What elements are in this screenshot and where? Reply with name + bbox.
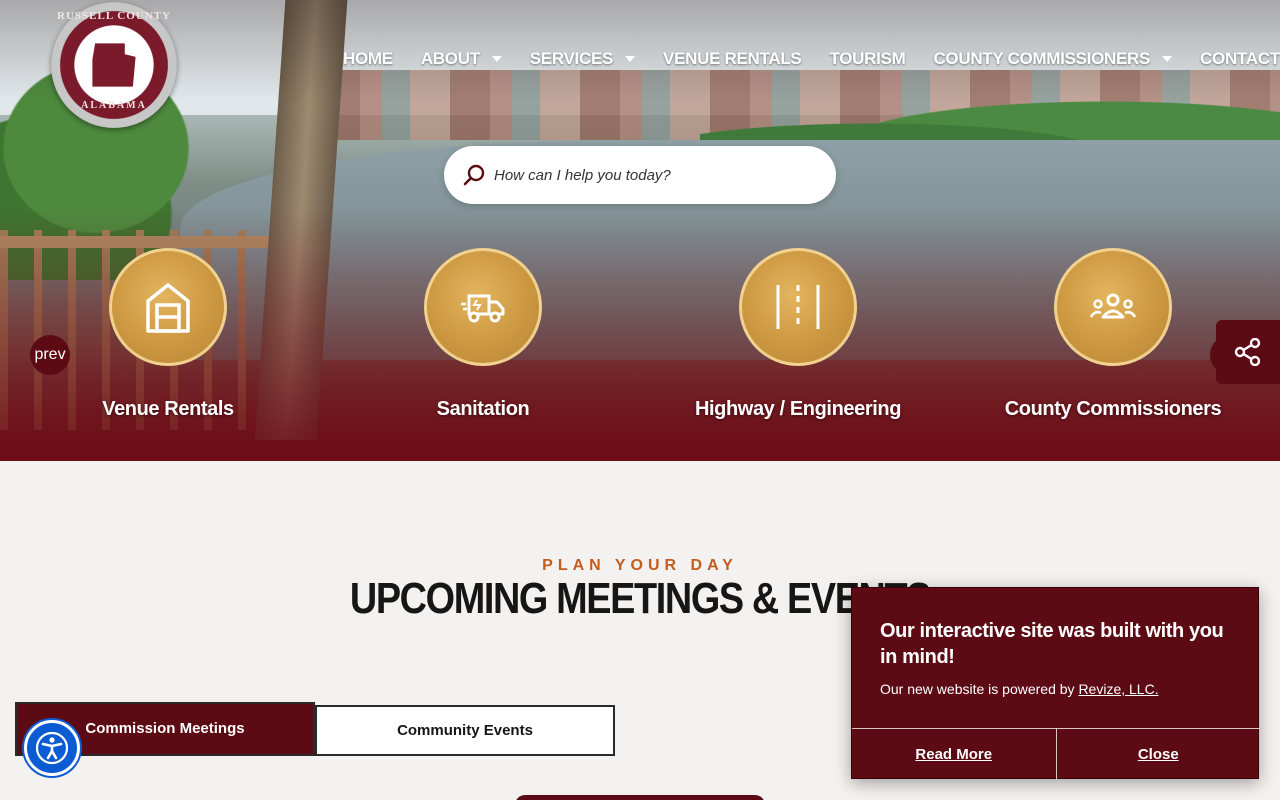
nav-item-venue-rentals[interactable]: VENUE RENTALS [663,49,802,69]
tab-label: Commission Meetings [85,719,245,737]
nav-item-tourism[interactable]: TOURISM [829,49,905,69]
announcement-popup: Our interactive site was built with you … [851,587,1260,780]
nav-item-services[interactable]: SERVICES [529,49,636,69]
main-nav: HOME ABOUT SERVICES VENUE RENTALS TOURIS… [343,46,1280,72]
search-bar [444,146,836,204]
quick-link-label: Venue Rentals [102,398,234,420]
people-icon [1089,293,1137,319]
quick-link-circle [739,248,857,366]
nav-item-label: SERVICES [529,49,614,68]
county-logo[interactable]: RUSSELL COUNTY ALABAMA [51,2,177,128]
quick-link-label: County Commissioners [1004,398,1222,420]
chevron-down-icon[interactable] [491,56,502,62]
quick-link-circle [1054,248,1172,366]
popup-text-prefix: Our new website is powered by [880,681,1079,697]
accessibility-button[interactable] [24,720,80,776]
view-all-button[interactable] [515,795,765,800]
quick-link-label: Highway / Engineering [694,398,902,420]
quick-link-circle [109,248,227,366]
quick-link-county-commissioners[interactable]: County Commissioners [1003,248,1223,421]
quick-link-highway-engineering[interactable]: Highway / Engineering [688,248,908,421]
nav-item-about[interactable]: ABOUT [421,49,502,69]
nav-item-label: TOURISM [829,49,906,68]
read-more-button[interactable]: Read More [852,729,1056,780]
nav-item-label: ABOUT [420,49,480,68]
quick-link-venue-rentals[interactable]: Venue Rentals [58,248,278,421]
tab-label: Community Events [397,722,533,739]
nav-item-label: CONTACT US [1200,49,1280,68]
logo-top-text: RUSSELL COUNTY [57,10,171,22]
nav-item-home[interactable]: HOME [343,49,393,69]
quick-link-circle [424,248,542,366]
accessibility-icon [35,731,69,765]
share-icon [1234,338,1261,366]
truck-icon [461,294,505,323]
nav-item-contact-us[interactable]: CONTACT US [1200,49,1280,69]
nav-item-label: COUNTY COMMISSIONERS [933,49,1151,68]
nav-item-label: VENUE RENTALS [663,49,802,68]
search-icon[interactable] [462,163,486,187]
nav-item-county-commissioners[interactable]: COUNTY COMMISSIONERS [933,49,1173,69]
popup-title: Our interactive site was built with you … [880,620,1224,668]
logo-bottom-text: ALABAMA [81,100,147,111]
popup-text: Our new website is powered by Revize, LL… [880,681,1159,697]
road-icon [776,285,820,329]
quick-link-label: Sanitation [436,398,530,420]
building-icon [146,283,190,333]
nav-item-label: HOME [343,49,393,68]
chevron-down-icon[interactable] [625,56,636,62]
revize-link[interactable]: Revize, LLC. [1078,681,1158,697]
state-outline-icon [92,43,136,87]
tab-community-events[interactable]: Community Events [315,705,615,756]
close-button[interactable]: Close [1055,729,1261,780]
popup-actions: Read More Close [852,728,1260,780]
section-kicker: PLAN YOUR DAY [542,557,738,574]
search-input[interactable] [494,166,814,184]
quick-link-sanitation[interactable]: Sanitation [373,248,593,421]
chevron-down-icon[interactable] [1162,56,1173,62]
share-button[interactable] [1216,320,1280,384]
